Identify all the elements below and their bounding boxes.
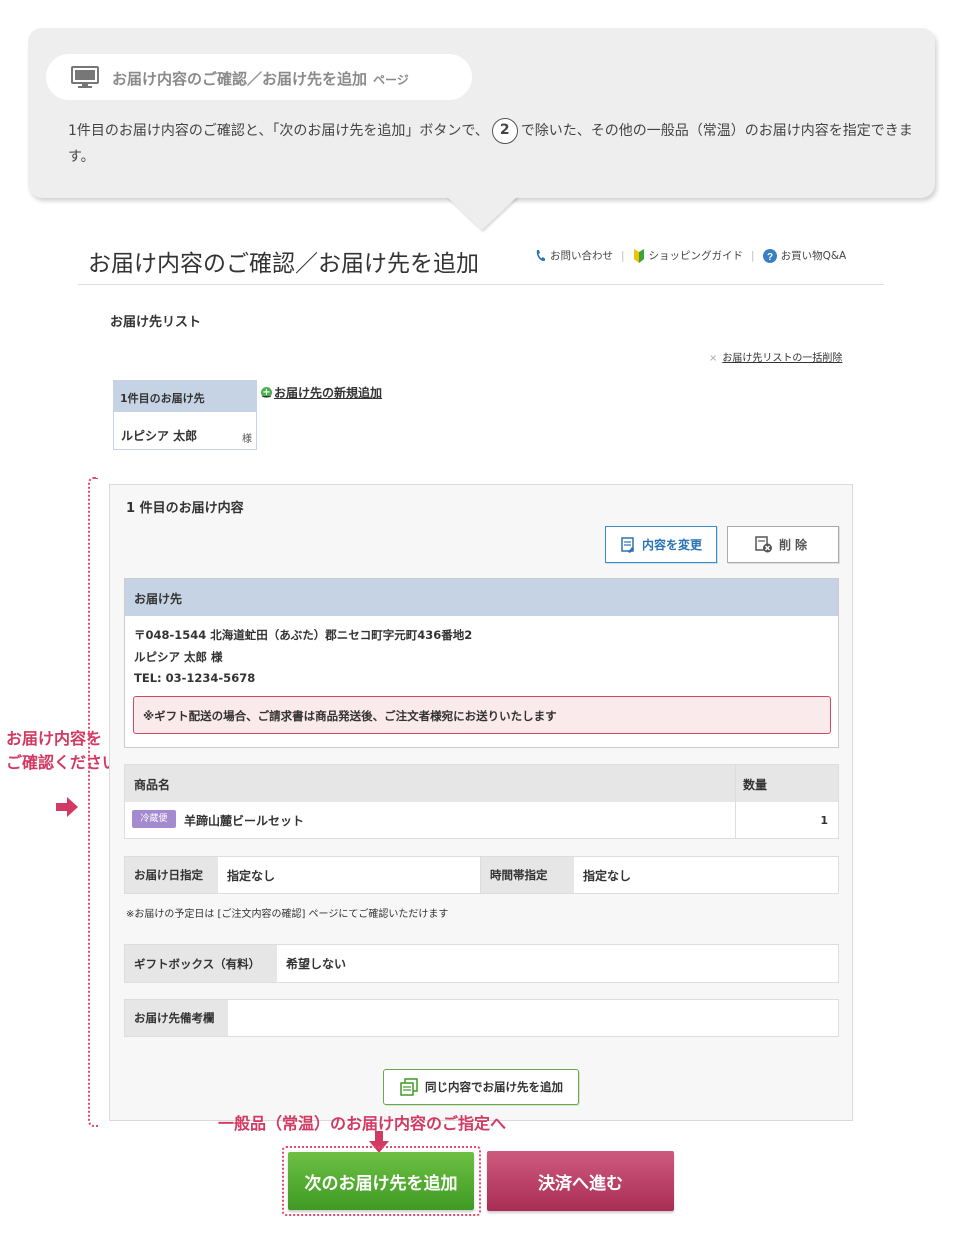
product-table-header: 商品名 数量 (125, 765, 838, 802)
delete-label: 削除 (778, 538, 811, 552)
destination-card[interactable]: 1件目のお届け先 ルピシア 太郎 様 (113, 380, 257, 450)
delete-button[interactable]: 削除 (727, 526, 839, 563)
annotation-side-line1: お届け内容を (6, 729, 103, 748)
address-header: お届け先 (125, 579, 838, 616)
instruction-text-before: 1件目のお届け内容のご確認と、「次のお届け先を追加」ボタンで、 (68, 123, 489, 139)
quantity-header: 数量 (743, 778, 768, 792)
delivery-date-note: ※お届けの予定日は [ご注文内容の確認] ページにてご確認いただけます (126, 909, 449, 920)
gift-box-table: ギフトボックス（有料） 希望しない (124, 944, 839, 983)
destination-card-name: ルピシア 太郎 (121, 429, 198, 443)
contact-link[interactable]: お問い合わせ (535, 248, 613, 263)
destination-card-honorific: 様 (242, 434, 252, 445)
remarks-table: お届け先備考欄 (124, 999, 839, 1037)
header-link-separator: | (621, 249, 625, 262)
address-recipient: ルピシア 太郎 様 (134, 650, 223, 664)
page-label-title: お届け内容のご確認／お届け先を追加 ページ (112, 70, 409, 88)
delete-document-icon (755, 536, 772, 553)
header-links: お問い合わせ | ショッピングガイド | ? お買い物Q&A (535, 248, 846, 263)
page-label-suffix: ページ (373, 73, 409, 87)
remarks-value[interactable] (228, 1000, 838, 1036)
destination-card-header: 1件目のお届け先 (114, 381, 256, 412)
page-title: お届け内容のご確認／お届け先を追加 (88, 251, 479, 277)
svg-text:?: ? (767, 252, 773, 263)
refrigerated-badge: 冷蔵便 (132, 810, 176, 828)
edit-content-button[interactable]: 内容を変更 (605, 526, 717, 563)
edit-content-label: 内容を変更 (641, 538, 702, 552)
step-number-badge: 2 (491, 118, 518, 144)
page-label-pill: お届け内容のご確認／お届け先を追加 ページ (46, 54, 472, 100)
instruction-text: 1件目のお届け内容のご確認と、「次のお届け先を追加」ボタンで、 2 で除いた、その他… (68, 118, 918, 170)
phone-icon (536, 250, 545, 262)
remarks-label: お届け先備考欄 (125, 1000, 228, 1036)
right-arrow-icon (56, 797, 78, 817)
annotation-side-line2: ご確認ください (6, 753, 119, 772)
gift-box-value[interactable]: 希望しない (277, 945, 838, 982)
question-icon: ? (762, 248, 777, 263)
table-row: 冷蔵便 羊蹄山麓ビールセット 1 (125, 802, 838, 838)
gift-box-label: ギフトボックス（有料） (125, 945, 277, 982)
delivery-time-value[interactable]: 指定なし (574, 857, 838, 893)
edit-document-icon (621, 536, 634, 553)
annotation-bracket (88, 477, 98, 1127)
delivery-detail-title: 1 件目のお届け内容 (126, 501, 244, 516)
add-same-destination-button[interactable]: 同じ内容でお届け先を追加 (383, 1069, 579, 1105)
product-quantity: 1 (820, 814, 828, 827)
product-table: 商品名 数量 冷蔵便 羊蹄山麓ビールセット 1 (124, 764, 839, 839)
product-name: 羊蹄山麓ビールセット (184, 814, 305, 828)
add-new-destination-label: お届け先の新規追加 (274, 386, 383, 400)
shopping-guide-link[interactable]: ショッピングガイド (633, 248, 743, 263)
bulk-delete-link[interactable]: × お届け先リストの一括削除 (709, 349, 842, 364)
beginner-mark-icon (633, 248, 644, 263)
monitor-icon (71, 66, 99, 88)
product-name-header: 商品名 (134, 778, 171, 792)
close-icon: × (709, 353, 718, 364)
header-link-separator: | (751, 249, 755, 262)
address-postal: 〒048-1544 北海道虻田（あぶた）郡ニセコ町字元町436番地2 (134, 628, 473, 642)
balloon-tail (446, 196, 518, 230)
annotation-side-note: お届け内容を ご確認ください (6, 727, 118, 775)
bulk-delete-label: お届け先リストの一括削除 (722, 353, 843, 364)
annotation-bottom-note: 一般品（常温）のお届け内容のご指定へ (218, 1114, 507, 1133)
delivery-date-value[interactable]: 指定なし (218, 857, 481, 893)
copy-document-icon (400, 1078, 418, 1096)
plus-icon: + (261, 387, 272, 398)
delivery-date-time-table: お届け日指定 指定なし 時間帯指定 指定なし (124, 856, 839, 894)
destination-list-title: お届け先リスト (110, 315, 202, 330)
delivery-time-label: 時間帯指定 (481, 857, 574, 893)
add-new-destination-link[interactable]: + お届け先の新規追加 (261, 384, 382, 401)
header-divider (78, 284, 884, 285)
address-panel: お届け先 〒048-1544 北海道虻田（あぶた）郡ニセコ町字元町436番地2 … (124, 578, 839, 748)
add-same-destination-label: 同じ内容でお届け先を追加 (425, 1080, 563, 1094)
qa-link[interactable]: ? お買い物Q&A (762, 248, 846, 263)
gift-invoice-notice: ※ギフト配送の場合、ご請求書は商品発送後、ご注文者様宛にお送りいたします (133, 696, 831, 734)
add-next-destination-button[interactable]: 次のお届け先を追加 (288, 1152, 474, 1210)
proceed-to-payment-button[interactable]: 決済へ進む (487, 1151, 674, 1211)
delivery-detail-panel: 1 件目のお届け内容 内容を変更 削除 お届け先 〒048-1544 北海道虻田… (109, 484, 853, 1121)
delivery-date-label: お届け日指定 (125, 857, 218, 893)
address-phone: TEL: 03-1234-5678 (134, 671, 256, 685)
